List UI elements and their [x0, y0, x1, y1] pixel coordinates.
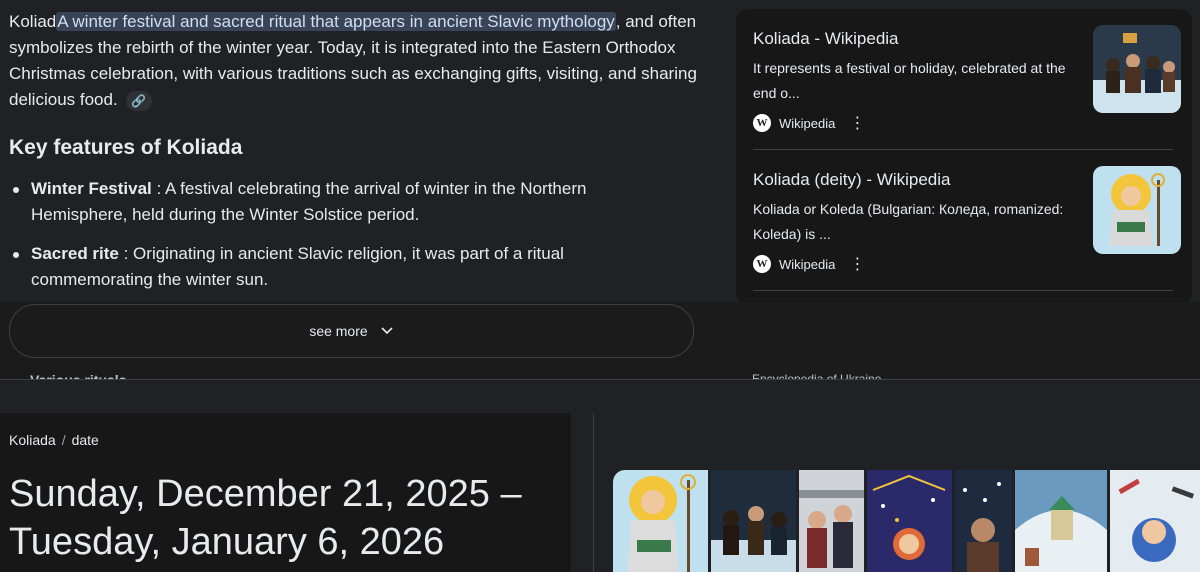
sources-panel: Koliada - Wikipedia It represents a fest…: [736, 9, 1192, 304]
image-thumbnail[interactable]: [867, 470, 952, 572]
section-divider: [0, 379, 1200, 380]
breadcrumb: Koliada / date: [9, 432, 99, 448]
source-site: Wikipedia: [779, 115, 836, 131]
bullet-icon: [13, 252, 19, 258]
bullet-term: Sacred rite: [31, 244, 119, 263]
image-thumbnail[interactable]: [799, 470, 864, 572]
see-more-button[interactable]: see more: [9, 304, 694, 358]
more-options-icon[interactable]: ⋮: [849, 113, 865, 133]
bullet-term: Winter Festival: [31, 179, 152, 198]
breadcrumb-separator: /: [61, 432, 66, 448]
source-snippet: It represents a festival or holiday, cel…: [753, 60, 1066, 101]
bullet-icon: [13, 187, 19, 193]
link-icon[interactable]: 🔗: [125, 90, 152, 111]
source-footer: W Wikipedia ⋮: [753, 113, 865, 133]
see-more-label: see more: [309, 323, 368, 339]
source-thumbnail[interactable]: [1093, 166, 1181, 254]
breadcrumb-item: date: [71, 432, 99, 448]
wikipedia-icon: W: [753, 114, 771, 132]
image-thumbnail[interactable]: [1110, 470, 1200, 572]
image-thumbnail[interactable]: [1015, 470, 1107, 572]
source-title[interactable]: Koliada (deity) - Wikipedia: [753, 170, 950, 190]
more-options-icon[interactable]: ⋮: [849, 254, 865, 274]
list-item: Sacred rite : Originating in ancient Sla…: [9, 241, 649, 293]
image-thumbnail[interactable]: [955, 470, 1012, 572]
date-answer: Sunday, December 21, 2025 – Tuesday, Jan…: [9, 473, 522, 563]
breadcrumb-item[interactable]: Koliada: [9, 432, 56, 448]
source-thumbnail[interactable]: [1093, 25, 1181, 113]
wikipedia-icon: W: [753, 255, 771, 273]
image-thumbnail[interactable]: [613, 470, 708, 572]
image-thumbnail[interactable]: [711, 470, 796, 572]
list-item: Winter Festival : A festival celebrating…: [9, 176, 649, 228]
source-site: Wikipedia: [779, 256, 836, 272]
source-footer: W Wikipedia ⋮: [753, 254, 865, 274]
ai-overview-intro: KoliadA winter festival and sacred ritua…: [9, 9, 709, 113]
section-heading: Key features of Koliada: [9, 136, 243, 159]
source-snippet: Koliada or Koleda (Bulgarian: Коледа, ro…: [753, 201, 1064, 242]
image-strip: [613, 470, 1200, 572]
source-card[interactable]: Koliada (deity) - Wikipedia Koliada or K…: [753, 150, 1181, 273]
vertical-divider: [593, 413, 594, 572]
feature-list: Winter Festival : A festival celebrating…: [9, 176, 649, 306]
chevron-down-icon: [381, 327, 393, 335]
source-title[interactable]: Koliada - Wikipedia: [753, 29, 899, 49]
source-card[interactable]: Koliada - Wikipedia It represents a fest…: [753, 9, 1181, 132]
intro-highlight[interactable]: A winter festival and sacred ritual that…: [56, 12, 616, 31]
intro-prefix: Koliad: [9, 12, 57, 31]
divider: [753, 290, 1173, 291]
